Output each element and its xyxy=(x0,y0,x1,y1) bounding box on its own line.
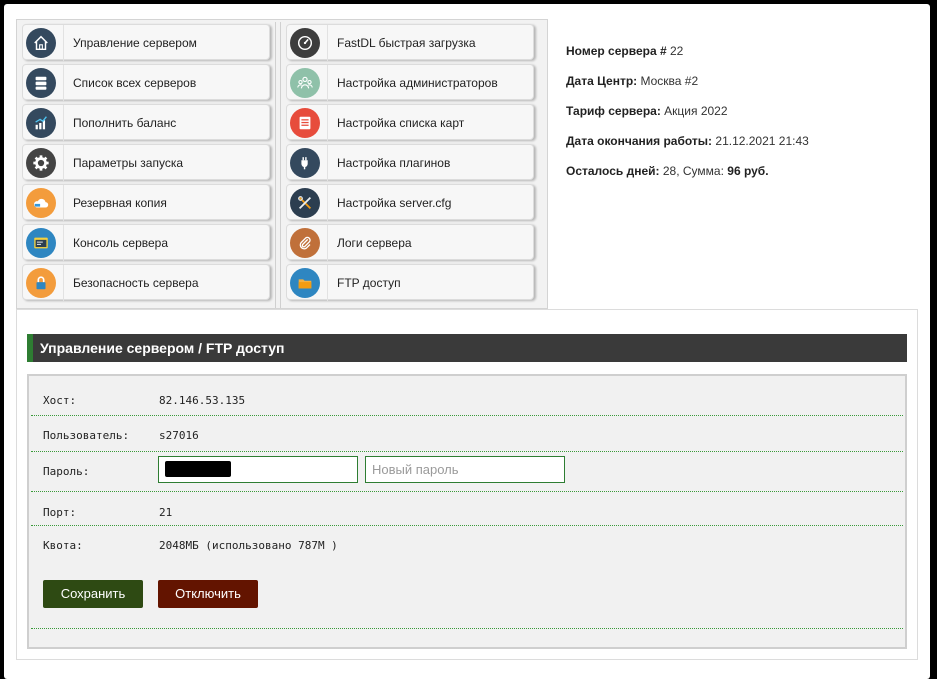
menu-item-right-4[interactable]: Настройка server.cfg xyxy=(286,184,534,221)
quota-label: Квота: xyxy=(43,539,83,552)
home-icon xyxy=(26,28,56,58)
disable-button[interactable]: Отключить xyxy=(158,580,258,608)
end-date-label: Дата окончания работы: xyxy=(566,134,713,148)
balance-chart-icon xyxy=(26,108,56,138)
server-number-value: 22 xyxy=(669,44,684,58)
menu-column-right: FastDL быстрая загрузка Настройка админис… xyxy=(286,24,534,304)
quota-value: 2048МБ (использовано 787M ) xyxy=(159,539,338,552)
menu-item-label: Пополнить баланс xyxy=(63,105,176,141)
menu-item-label: Консоль сервера xyxy=(63,225,168,261)
menu-item-label: Логи сервера xyxy=(327,225,412,261)
days-left-value: 28, xyxy=(662,164,680,178)
port-label: Порт: xyxy=(43,506,77,519)
host-label: Хост: xyxy=(43,394,77,407)
gear-icon xyxy=(26,148,56,178)
tariff-row: Тариф сервера: Акция 2022 xyxy=(566,100,926,130)
menu-item-label: FastDL быстрая загрузка xyxy=(327,25,476,61)
map-list-icon xyxy=(290,108,320,138)
menu-item-right-6[interactable]: FTP доступ xyxy=(286,264,534,301)
plugin-icon xyxy=(290,148,320,178)
menu-item-label: Настройка администраторов xyxy=(327,65,498,101)
menu-item-label: Список всех серверов xyxy=(63,65,196,101)
ftp-panel: Управление сервером / FTP доступ Хост: 8… xyxy=(16,309,918,660)
cloud-backup-icon xyxy=(26,188,56,218)
speedometer-icon xyxy=(290,28,320,58)
server-list-icon xyxy=(26,68,56,98)
console-icon xyxy=(26,228,56,258)
menu-item-label: Безопасность сервера xyxy=(63,265,199,301)
lock-icon xyxy=(26,268,56,298)
tariff-label: Тариф сервера: xyxy=(566,104,661,118)
menu-item-label: FTP доступ xyxy=(327,265,401,301)
panel-title: Управление сервером / FTP доступ xyxy=(27,334,907,362)
menu-item-label: Настройка server.cfg xyxy=(327,185,451,221)
tools-icon xyxy=(290,188,320,218)
user-row: Пользователь: s27016 xyxy=(31,416,903,452)
user-label: Пользователь: xyxy=(43,429,130,442)
menu-item-label: Параметры запуска xyxy=(63,145,183,181)
page: Управление сервером Список всех серверов П… xyxy=(4,4,930,679)
ftp-form: Хост: 82.146.53.135 Пользователь: s27016… xyxy=(27,374,907,649)
menu-item-left-5[interactable]: Консоль сервера xyxy=(22,224,270,261)
menu-item-label: Настройка списка карт xyxy=(327,105,464,141)
menu-item-label: Управление сервером xyxy=(63,25,197,61)
password-redaction xyxy=(165,461,231,477)
save-button[interactable]: Сохранить xyxy=(43,580,143,608)
paperclip-icon xyxy=(290,228,320,258)
port-value: 21 xyxy=(159,506,173,519)
menu-column-left: Управление сервером Список всех серверов П… xyxy=(22,24,270,304)
tariff-value: Акция 2022 xyxy=(664,104,728,118)
port-row: Порт: 21 xyxy=(31,492,903,526)
admins-icon xyxy=(290,68,320,98)
form-divider xyxy=(31,628,903,629)
days-left-label: Осталось дней: xyxy=(566,164,660,178)
menu-item-left-4[interactable]: Резервная копия xyxy=(22,184,270,221)
menu-item-right-3[interactable]: Настройка плагинов xyxy=(286,144,534,181)
menu-divider xyxy=(275,22,281,308)
password-row: Пароль: xyxy=(31,456,903,492)
datacenter-value: Москва #2 xyxy=(640,74,699,88)
sum-label: Сумма: xyxy=(682,164,724,178)
end-date-row: Дата окончания работы: 21.12.2021 21:43 xyxy=(566,130,926,160)
server-number-row: Номер сервера # 22 xyxy=(566,40,926,70)
password-label: Пароль: xyxy=(43,465,90,478)
menu-item-right-0[interactable]: FastDL быстрая загрузка xyxy=(286,24,534,61)
datacenter-row: Дата Центр: Москва #2 xyxy=(566,70,926,100)
days-left-row: Осталось дней: 28, Сумма: 96 руб. xyxy=(566,160,926,190)
menu-item-left-0[interactable]: Управление сервером xyxy=(22,24,270,61)
host-value: 82.146.53.135 xyxy=(159,394,246,407)
menu-item-right-2[interactable]: Настройка списка карт xyxy=(286,104,534,141)
server-menu: Управление сервером Список всех серверов П… xyxy=(16,19,548,309)
datacenter-label: Дата Центр: xyxy=(566,74,638,88)
end-date-value: 21.12.2021 21:43 xyxy=(715,134,809,148)
menu-item-left-2[interactable]: Пополнить баланс xyxy=(22,104,270,141)
menu-item-label: Настройка плагинов xyxy=(327,145,450,181)
server-info: Номер сервера # 22 Дата Центр: Москва #2… xyxy=(566,40,926,190)
menu-item-left-3[interactable]: Параметры запуска xyxy=(22,144,270,181)
menu-item-left-1[interactable]: Список всех серверов xyxy=(22,64,270,101)
quota-row: Квота: 2048МБ (использовано 787M ) xyxy=(31,526,903,560)
menu-item-left-6[interactable]: Безопасность сервера xyxy=(22,264,270,301)
host-row: Хост: 82.146.53.135 xyxy=(31,388,903,416)
menu-item-label: Резервная копия xyxy=(63,185,167,221)
current-password-field[interactable] xyxy=(158,456,358,483)
folder-icon xyxy=(290,268,320,298)
sum-value: 96 руб. xyxy=(727,164,769,178)
menu-item-right-5[interactable]: Логи сервера xyxy=(286,224,534,261)
menu-item-right-1[interactable]: Настройка администраторов xyxy=(286,64,534,101)
user-value: s27016 xyxy=(159,429,199,442)
server-number-label: Номер сервера # xyxy=(566,44,667,58)
new-password-input[interactable] xyxy=(365,456,565,483)
